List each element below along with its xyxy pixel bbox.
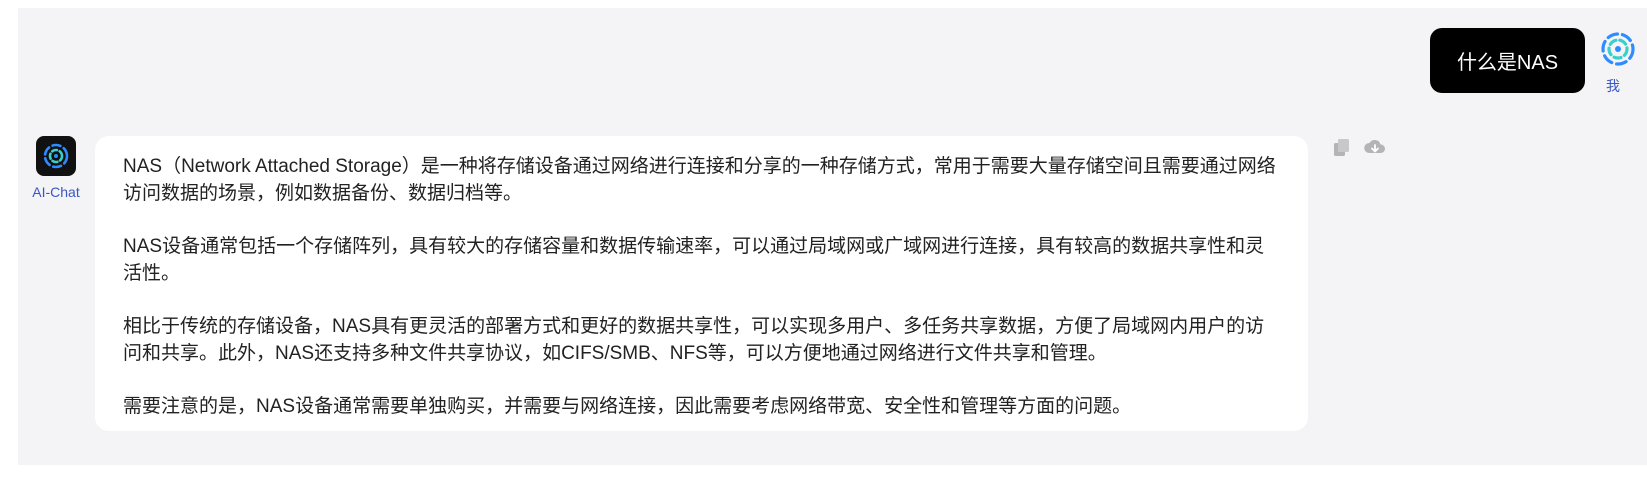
user-message-text: 什么是NAS (1456, 52, 1559, 74)
ai-name-label: AI-Chat (32, 184, 80, 200)
user-name-label: 我 (1606, 78, 1620, 94)
cloud-download-icon[interactable] (1364, 138, 1386, 158)
ai-message-paragraph: 需要注意的是，NAS设备通常需要单独购买，并需要与网络连接，因此需要考虑网络带宽… (123, 396, 1132, 417)
user-message-row: 什么是NAS 我 (1430, 28, 1647, 108)
ai-message-paragraph: NAS设备通常包括一个存储阵列，具有较大的存储容量和数据传输速率，可以通过局域网… (123, 236, 1265, 284)
ai-message-bubble: NAS（Network Attached Storage）是一种将存储设备通过网… (95, 136, 1308, 431)
message-actions (1332, 138, 1386, 158)
user-avatar-container: 我 (1585, 28, 1647, 108)
chatgpt-logo-icon (1597, 28, 1639, 70)
ai-message-paragraph: 相比于传统的存储设备，NAS具有更灵活的部署方式和更好的数据共享性，可以实现多用… (123, 316, 1265, 364)
ai-avatar-container: AI-Chat (30, 136, 82, 206)
copy-icon[interactable] (1332, 138, 1352, 158)
user-message-bubble: 什么是NAS (1430, 28, 1585, 93)
ai-message-paragraph: NAS（Network Attached Storage）是一种将存储设备通过网… (123, 156, 1276, 204)
chatgpt-logo-icon (36, 136, 76, 176)
chat-panel: 什么是NAS 我 AI-Chat NAS（Network Attached St… (18, 8, 1647, 465)
